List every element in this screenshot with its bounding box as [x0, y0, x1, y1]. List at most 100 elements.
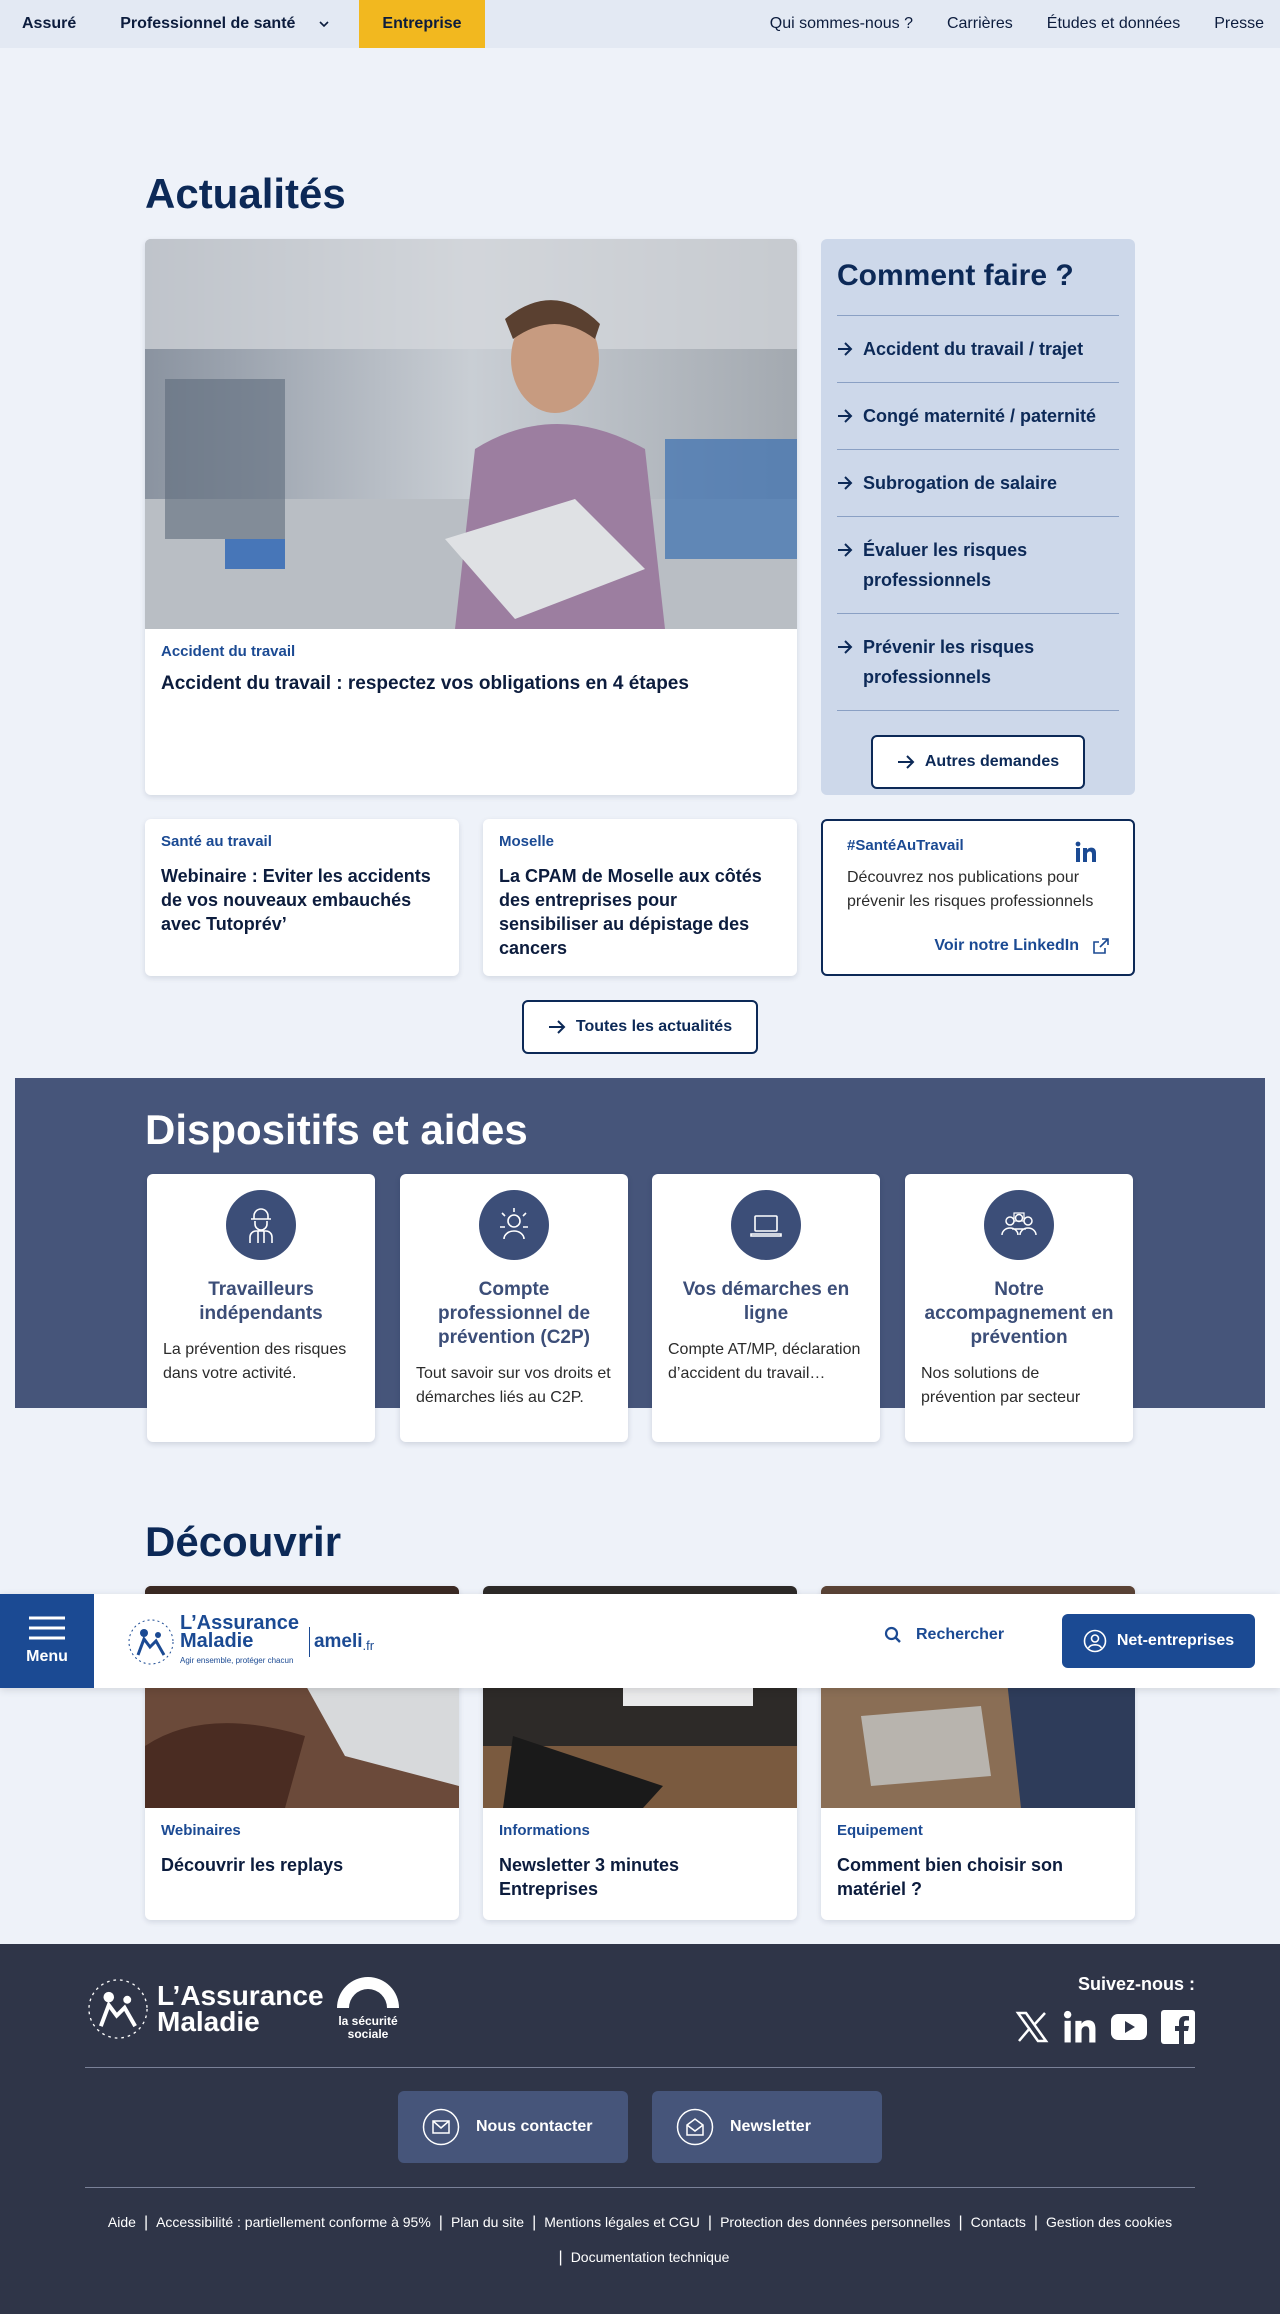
- search-button[interactable]: Rechercher: [884, 1626, 1004, 1644]
- user-circle-icon: [1083, 1629, 1107, 1653]
- howto-item[interactable]: Évaluer les risques professionnels: [837, 516, 1119, 613]
- ameli-logo: ameli: [313, 1631, 363, 1652]
- newsletter-envelope-icon: [676, 2108, 714, 2146]
- toutes-actualites-button[interactable]: Toutes les actualités: [522, 1000, 758, 1054]
- newsletter-button[interactable]: Newsletter: [652, 2091, 882, 2163]
- howto-item-label: Accident du travail / trajet: [863, 339, 1084, 359]
- arrow-right-icon: [838, 476, 853, 490]
- facebook-icon[interactable]: [1161, 2010, 1195, 2049]
- search-icon: [884, 1626, 901, 1643]
- footer-link[interactable]: Plan du site: [451, 2214, 524, 2232]
- linkedin-link-label: Voir notre LinkedIn: [934, 937, 1079, 954]
- contact-button[interactable]: Nous contacter: [398, 2091, 628, 2163]
- x-icon[interactable]: [1015, 2010, 1049, 2049]
- securite-sociale-arch-icon: [337, 1977, 399, 2008]
- linkedin-description: Découvrez nos publications pour prévenir…: [847, 869, 1094, 910]
- dispositif-card-4[interactable]: Notre accompagnement en prévention Nos s…: [905, 1174, 1133, 1442]
- news-card-tag: Santé au travail: [161, 833, 272, 850]
- footer-link[interactable]: Mentions légales et CGU: [544, 2214, 700, 2232]
- linkedin-icon: [1075, 841, 1096, 862]
- dispositif-card-2[interactable]: Compte professionnel de prévention (C2P)…: [400, 1174, 628, 1442]
- decouvrir-title: Découvrir les replays: [161, 1855, 344, 1875]
- assurance-maladie-logo[interactable]: L’Assurance Maladie Agir ensemble, proté…: [126, 1613, 375, 1670]
- top-navigation: Assuré Professionnel de santé Entreprise…: [0, 0, 1280, 48]
- link-separator: |: [532, 2214, 537, 2231]
- nav-professionnel-label: Professionnel de santé: [120, 15, 296, 32]
- dispositif-title: Notre accompagnement en prévention: [924, 1279, 1114, 1348]
- nav-presse[interactable]: Presse: [1214, 15, 1264, 33]
- secu-line2: sociale: [347, 2027, 389, 2041]
- assurance-maladie-emblem-icon: [88, 1979, 148, 2039]
- linkedin-icon[interactable]: [1063, 2010, 1097, 2049]
- autres-demandes-button[interactable]: Autres demandes: [871, 735, 1085, 789]
- featured-news-card[interactable]: Accident du travail Accident du travail …: [145, 239, 797, 795]
- autres-demandes-label: Autres demandes: [924, 753, 1060, 770]
- social-links: [1015, 2010, 1195, 2049]
- footer-assurance-maladie-logo[interactable]: L’Assurance Maladie: [85, 1976, 324, 2042]
- link-separator: |: [958, 2214, 963, 2231]
- nav-entreprise[interactable]: Entreprise: [359, 0, 485, 48]
- ameli-suffix: .fr: [362, 1637, 375, 1653]
- link-separator: |: [707, 2214, 713, 2231]
- arrow-right-icon: [838, 543, 853, 557]
- assurance-maladie-emblem-icon: [128, 1619, 174, 1665]
- logo-tagline: Agir ensemble, protéger chacun: [180, 1656, 294, 1665]
- decouvrir-heading: Découvrir: [145, 1518, 342, 1565]
- youtube-icon[interactable]: [1111, 2010, 1147, 2049]
- dispositif-card-1[interactable]: Travailleurs indépendants La prévention …: [147, 1174, 375, 1442]
- laptop-icon: [731, 1190, 801, 1260]
- toutes-actualites-label: Toutes les actualités: [575, 1018, 733, 1035]
- group-icon: [984, 1190, 1054, 1260]
- logo-line2: Maladie: [180, 1630, 254, 1652]
- footer-logo-line2: Maladie: [157, 2006, 260, 2037]
- footer-link[interactable]: Accessibilité : partiellement conforme à…: [156, 2214, 431, 2232]
- featured-news-title: Accident du travail : respectez vos obli…: [161, 673, 689, 694]
- arrow-right-icon: [897, 755, 915, 769]
- link-separator: |: [438, 2214, 443, 2231]
- howto-item[interactable]: Prévenir les risques professionnels: [837, 613, 1119, 710]
- decouvrir-title: Comment bien choisir son matériel ?: [837, 1855, 1064, 1899]
- footer: L’Assurance Maladie la sécurité sociale …: [0, 1944, 1280, 2314]
- dispositif-description: Compte AT/MP, déclaration d’accident du …: [668, 1341, 861, 1382]
- hamburger-icon: [29, 1616, 65, 1640]
- footer-links: Aide | Accessibilité : partiellement confo…: [85, 2214, 1195, 2232]
- menu-label: Menu: [26, 1648, 68, 1665]
- decouvrir-tag: Equipement: [837, 1822, 923, 1839]
- nav-carrieres[interactable]: Carrières: [947, 15, 1013, 33]
- securite-sociale-logo[interactable]: la sécurité sociale: [330, 1974, 406, 2041]
- nav-etudes-donnees[interactable]: Études et données: [1047, 15, 1180, 33]
- mail-contact-icon: [422, 2108, 460, 2146]
- external-link-icon: [1093, 938, 1109, 954]
- net-entreprises-button[interactable]: Net-entreprises: [1062, 1614, 1255, 1668]
- footer-link[interactable]: Aide: [108, 2214, 136, 2232]
- howto-item-label: Congé maternité / paternité: [863, 406, 1097, 426]
- dispositifs-heading: Dispositifs et aides: [145, 1106, 528, 1153]
- follow-us-label: Suivez-nous :: [1077, 1974, 1195, 1994]
- link-separator: |: [1033, 2214, 1039, 2231]
- news-card-1[interactable]: Santé au travail Webinaire : Eviter les …: [145, 819, 459, 976]
- arrow-right-icon: [838, 409, 853, 423]
- footer-link[interactable]: Gestion des cookies: [1046, 2214, 1172, 2232]
- chevron-down-icon: [319, 21, 329, 28]
- arrow-right-icon: [838, 342, 853, 356]
- news-card-title: Webinaire : Eviter les accidents de vos …: [161, 866, 431, 934]
- howto-item[interactable]: Congé maternité / paternité: [837, 382, 1119, 449]
- howto-item[interactable]: Accident du travail / trajet: [837, 315, 1119, 382]
- nav-assure[interactable]: Assuré: [0, 0, 98, 48]
- footer-link[interactable]: Contacts: [971, 2214, 1026, 2232]
- news-card-2[interactable]: Moselle La CPAM de Moselle aux côtés des…: [483, 819, 797, 976]
- net-entreprises-label: Net-entreprises: [1116, 1632, 1235, 1649]
- nav-qui-sommes-nous[interactable]: Qui sommes-nous ?: [770, 15, 913, 33]
- footer-link-documentation[interactable]: Documentation technique: [571, 2249, 730, 2267]
- dispositif-card-3[interactable]: Vos démarches en ligne Compte AT/MP, déc…: [652, 1174, 880, 1442]
- dispositif-description: La prévention des risques dans votre act…: [163, 1341, 347, 1382]
- menu-button[interactable]: Menu: [0, 1594, 94, 1688]
- footer-link[interactable]: Protection des données personnelles: [720, 2214, 950, 2232]
- howto-item[interactable]: Subrogation de salaire: [837, 449, 1119, 516]
- howto-panel: Comment faire ? Accident du travail / tr…: [821, 239, 1135, 795]
- linkedin-link[interactable]: Voir notre LinkedIn: [934, 937, 1109, 955]
- nav-professionnel-sante[interactable]: Professionnel de santé: [98, 0, 345, 48]
- news-heading: Actualités: [145, 170, 346, 217]
- howto-title: Comment faire ?: [837, 259, 1074, 292]
- footer-links-row2: | Documentation technique: [558, 2249, 730, 2267]
